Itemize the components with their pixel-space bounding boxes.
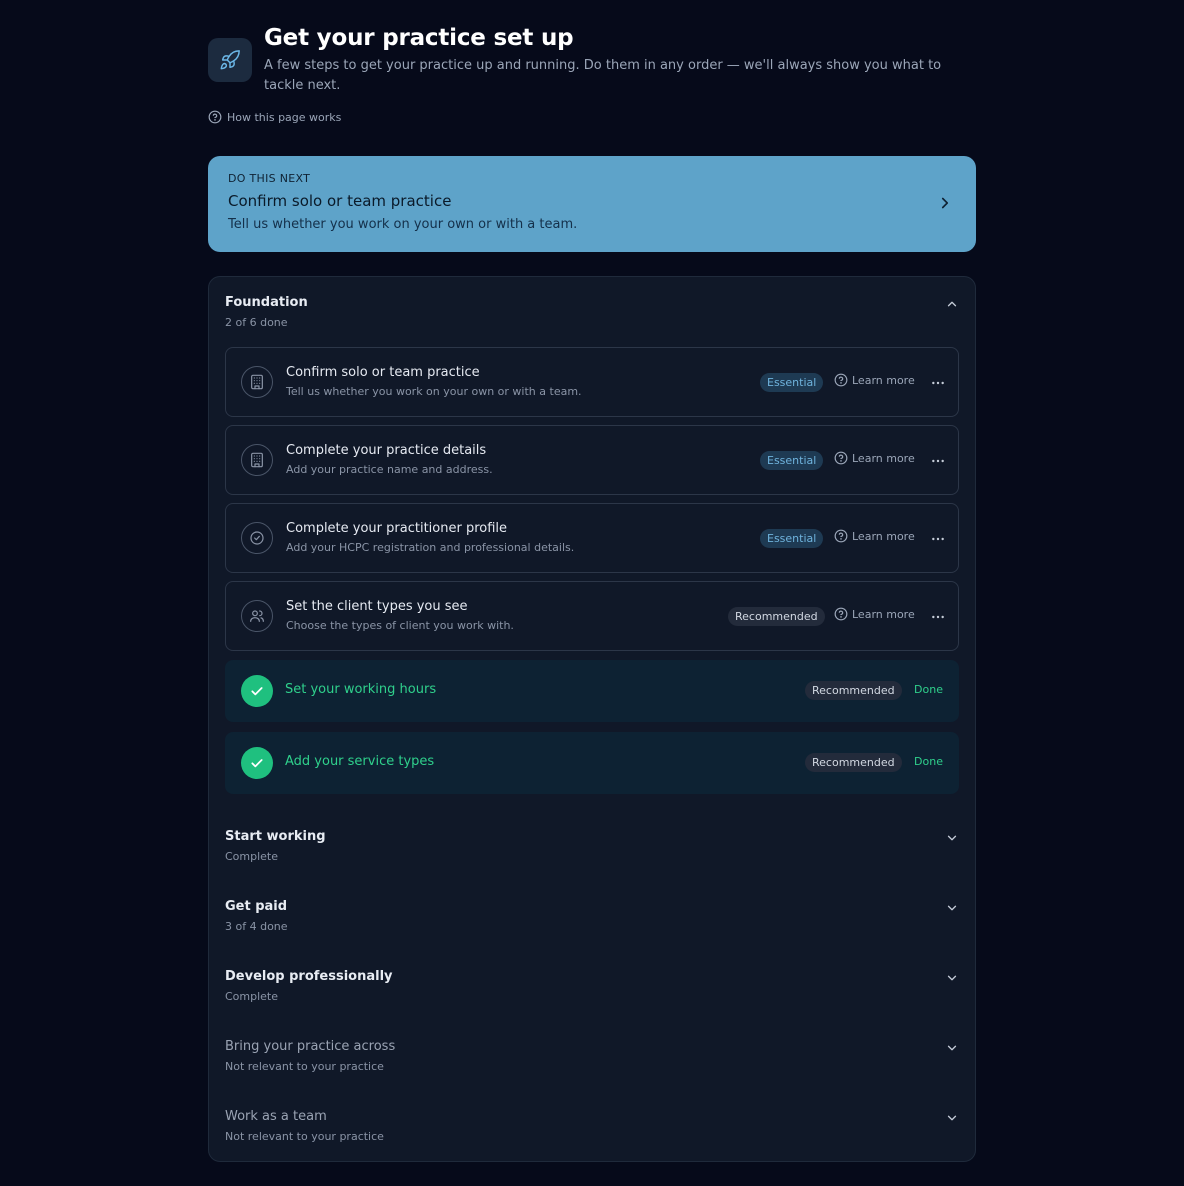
recommended-badge: Recommended: [805, 753, 902, 772]
help-circle-icon: [208, 110, 222, 124]
section-status: Not relevant to your practice: [225, 1060, 384, 1073]
section-title-foundation: Foundation: [225, 295, 308, 310]
task-description: Tell us whether you work on your own or …: [286, 385, 582, 398]
more-options-icon[interactable]: [930, 609, 946, 625]
learn-more-link[interactable]: Learn more: [834, 450, 915, 466]
setup-sections-panel: Foundation 2 of 6 done Confirm solo or t…: [208, 276, 976, 1162]
recommended-badge: Recommended: [728, 607, 825, 626]
task-title: Confirm solo or team practice: [286, 365, 480, 380]
rocket-icon: [208, 38, 252, 82]
task-title: Add your service types: [285, 754, 435, 769]
done-status: Done: [914, 755, 943, 768]
section-status: Not relevant to your practice: [225, 1130, 384, 1143]
building-icon: [241, 366, 273, 398]
learn-more-label: Learn more: [852, 607, 915, 621]
learn-more-label: Learn more: [852, 529, 915, 543]
more-options-icon[interactable]: [930, 375, 946, 391]
learn-more-label: Learn more: [852, 451, 915, 465]
task-client-types[interactable]: Set the client types you see Choose the …: [225, 581, 959, 651]
chevron-up-icon[interactable]: [945, 297, 959, 311]
task-description: Add your practice name and address.: [286, 463, 493, 476]
section-title: Work as a team: [225, 1109, 327, 1124]
users-icon: [241, 600, 273, 632]
do-this-next-card[interactable]: DO THIS NEXT Confirm solo or team practi…: [208, 156, 976, 252]
task-title: Set the client types you see: [286, 599, 468, 614]
done-status: Done: [914, 683, 943, 696]
learn-more-link[interactable]: Learn more: [834, 606, 915, 622]
task-title: Complete your practitioner profile: [286, 521, 508, 536]
next-description: Tell us whether you work on your own or …: [228, 217, 578, 232]
page-subtitle: A few steps to get your practice up and …: [264, 58, 942, 93]
badge-check-icon: [241, 522, 273, 554]
learn-more-label: Learn more: [852, 373, 915, 387]
section-title: Start working: [225, 829, 326, 844]
section-title: Get paid: [225, 899, 288, 914]
learn-more-link[interactable]: Learn more: [834, 528, 915, 544]
chevron-down-icon[interactable]: [945, 901, 959, 915]
how-this-page-works-link[interactable]: How this page works: [208, 109, 341, 125]
task-confirm-solo-or-team[interactable]: Confirm solo or team practice Tell us wh…: [225, 347, 959, 417]
check-icon: [241, 675, 273, 707]
help-circle-icon: [834, 451, 848, 465]
next-eyebrow: DO THIS NEXT: [228, 172, 311, 185]
chevron-down-icon[interactable]: [945, 831, 959, 845]
help-circle-icon: [834, 607, 848, 621]
essential-badge: Essential: [760, 451, 824, 470]
task-working-hours-done[interactable]: Set your working hours Recommended Done: [225, 660, 959, 722]
chevron-down-icon[interactable]: [945, 1111, 959, 1125]
chevron-down-icon[interactable]: [945, 1041, 959, 1055]
page-title: Get your practice set up: [264, 25, 574, 51]
task-service-types-done[interactable]: Add your service types Recommended Done: [225, 732, 959, 794]
task-practice-details[interactable]: Complete your practice details Add your …: [225, 425, 959, 495]
essential-badge: Essential: [760, 529, 824, 548]
section-title: Bring your practice across: [225, 1039, 396, 1054]
help-circle-icon: [834, 529, 848, 543]
section-title: Develop professionally: [225, 969, 393, 984]
next-title: Confirm solo or team practice: [228, 192, 452, 210]
task-title: Complete your practice details: [286, 443, 487, 458]
section-status: Complete: [225, 850, 279, 863]
chevron-down-icon[interactable]: [945, 971, 959, 985]
section-progress-foundation: 2 of 6 done: [225, 316, 288, 329]
section-status: Complete: [225, 990, 279, 1003]
help-circle-icon: [834, 373, 848, 387]
section-status: 3 of 4 done: [225, 920, 288, 933]
page-header: Get your practice set up A few steps to …: [208, 0, 976, 156]
learn-more-link[interactable]: Learn more: [834, 372, 915, 388]
check-icon: [241, 747, 273, 779]
task-title: Set your working hours: [285, 682, 437, 697]
recommended-badge: Recommended: [805, 681, 902, 700]
task-description: Choose the types of client you work with…: [286, 619, 514, 632]
how-this-page-works-label: How this page works: [227, 110, 342, 124]
more-options-icon[interactable]: [930, 453, 946, 469]
chevron-right-icon: [941, 197, 949, 209]
task-description: Add your HCPC registration and professio…: [286, 541, 575, 554]
more-options-icon[interactable]: [930, 531, 946, 547]
building-icon: [241, 444, 273, 476]
task-practitioner-profile[interactable]: Complete your practitioner profile Add y…: [225, 503, 959, 573]
essential-badge: Essential: [760, 373, 824, 392]
